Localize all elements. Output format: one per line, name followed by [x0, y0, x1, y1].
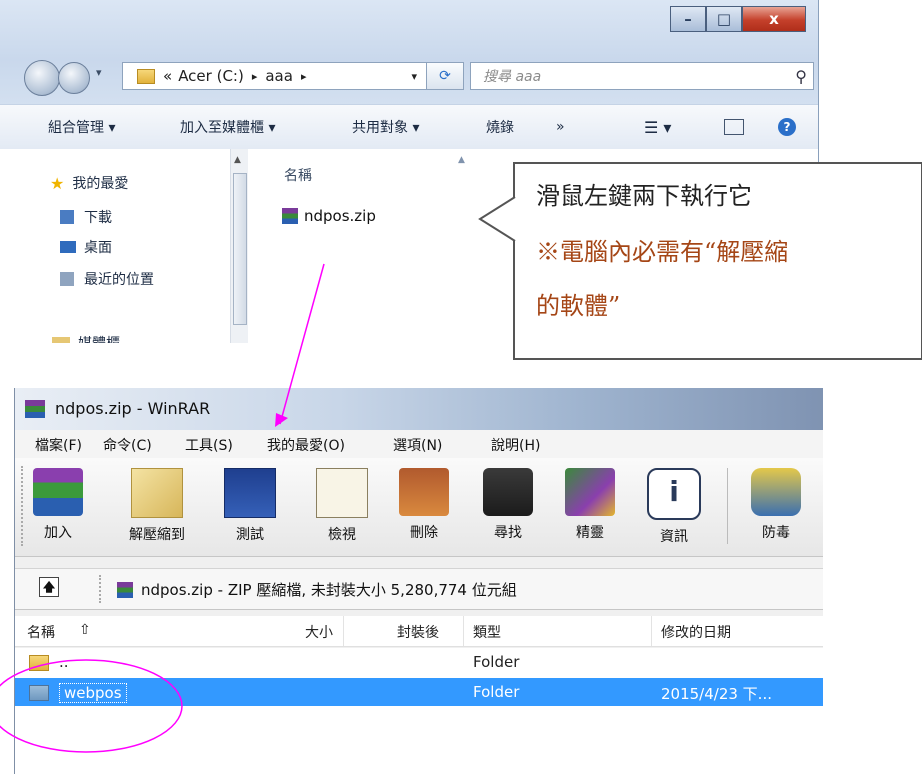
annotation-overlay — [0, 263, 325, 753]
annotation-circle — [0, 659, 183, 753]
annotation-arrow-line — [279, 263, 325, 425]
annotation-arrowhead — [275, 413, 288, 427]
